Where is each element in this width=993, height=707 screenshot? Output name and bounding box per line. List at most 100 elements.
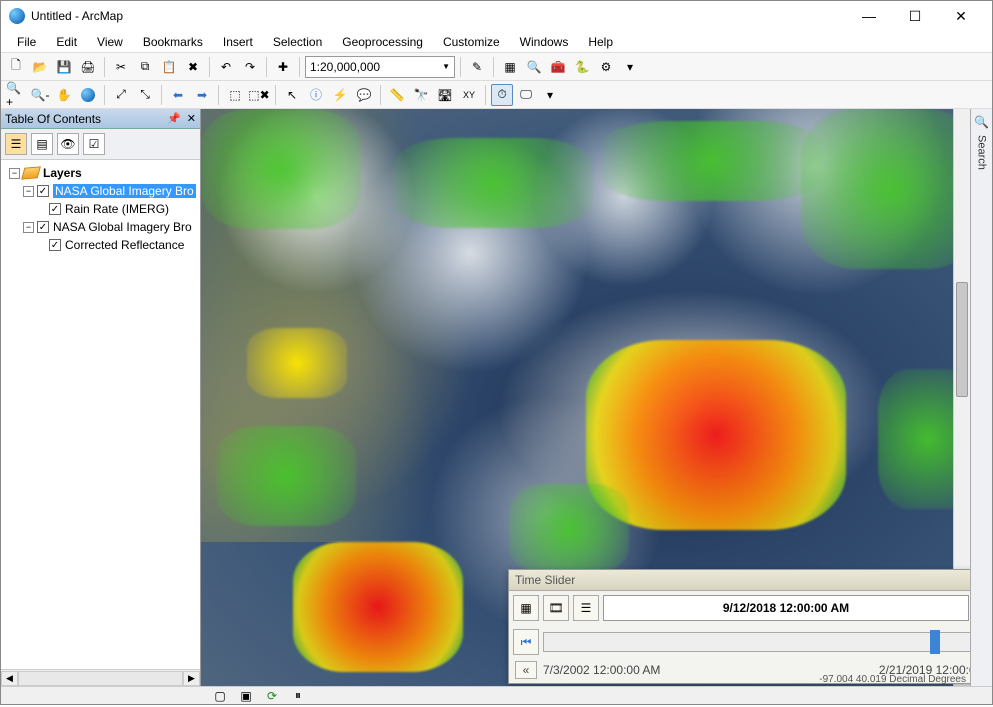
time-slider-window[interactable]: Time Slider ▦ 🎞 ☰ 9/12/2018 12:00:00 AM …: [508, 569, 970, 684]
arc-toolbox-icon[interactable]: 🧰: [547, 56, 569, 78]
layer-label: Rain Rate (IMERG): [65, 202, 169, 216]
list-by-selection-icon[interactable]: ☑: [83, 133, 105, 155]
editor-toolbar-icon[interactable]: ✎: [466, 56, 488, 78]
visibility-checkbox[interactable]: ✓: [49, 239, 61, 251]
data-view-icon[interactable]: ▢: [209, 685, 231, 707]
collapse-icon[interactable]: −: [23, 186, 34, 197]
list-by-source-icon[interactable]: ▤: [31, 133, 53, 155]
select-features-icon[interactable]: ⬚: [224, 84, 246, 106]
forward-extent-icon[interactable]: ➡: [191, 84, 213, 106]
list-by-visibility-icon[interactable]: 👁: [57, 133, 79, 155]
coordinate-readout: -97.004 40.019 Decimal Degrees: [819, 674, 966, 685]
redo-icon[interactable]: ↷: [239, 56, 261, 78]
collapse-icon[interactable]: −: [23, 222, 34, 233]
menu-edit[interactable]: Edit: [46, 33, 87, 51]
search-window-icon[interactable]: 🔍: [523, 56, 545, 78]
pan-icon[interactable]: ✋: [53, 84, 75, 106]
close-panel-icon[interactable]: ✕: [187, 112, 196, 125]
map-canvas[interactable]: Time Slider ▦ 🎞 ☰ 9/12/2018 12:00:00 AM …: [201, 109, 970, 686]
save-icon[interactable]: 💾: [53, 56, 75, 78]
open-icon[interactable]: 📂: [29, 56, 51, 78]
menu-geoprocessing[interactable]: Geoprocessing: [332, 33, 433, 51]
time-slider-thumb[interactable]: [930, 630, 940, 654]
tree-group-1[interactable]: − ✓ NASA Global Imagery Bro: [3, 182, 198, 200]
time-slider-track[interactable]: [543, 632, 970, 652]
visibility-checkbox[interactable]: ✓: [37, 185, 49, 197]
html-popup-icon[interactable]: 💬: [353, 84, 375, 106]
maximize-button[interactable]: ☐: [892, 1, 938, 31]
visibility-checkbox[interactable]: ✓: [37, 221, 49, 233]
menu-bookmarks[interactable]: Bookmarks: [133, 33, 213, 51]
select-elements-icon[interactable]: ↖: [281, 84, 303, 106]
map-scale-input[interactable]: 1:20,000,000 ▼: [305, 56, 455, 78]
tree-layer-corrected-reflectance[interactable]: ✓ Corrected Reflectance: [3, 236, 198, 254]
search-icon[interactable]: 🔍: [974, 115, 989, 129]
back-extent-icon[interactable]: ⬅: [167, 84, 189, 106]
ts-layers-icon[interactable]: ☰: [573, 595, 599, 621]
tree-group-2[interactable]: − ✓ NASA Global Imagery Bro: [3, 218, 198, 236]
copy-icon[interactable]: ⧉: [134, 56, 156, 78]
fixed-zoom-in-icon[interactable]: ⤢: [110, 84, 132, 106]
time-slider-icon[interactable]: ⏱: [491, 84, 513, 106]
time-slider-title[interactable]: Time Slider: [509, 570, 970, 591]
delete-icon[interactable]: ✖: [182, 56, 204, 78]
time-slider-current-time: 9/12/2018 12:00:00 AM: [603, 595, 969, 621]
find-route-icon[interactable]: 🛣: [434, 84, 456, 106]
zoom-in-icon[interactable]: 🔍+: [5, 84, 27, 106]
ts-skip-start-icon[interactable]: ⏮: [513, 629, 539, 655]
layer-tree[interactable]: − Layers − ✓ NASA Global Imagery Bro ✓ R…: [1, 160, 200, 669]
menu-help[interactable]: Help: [578, 33, 623, 51]
menu-windows[interactable]: Windows: [510, 33, 579, 51]
list-by-drawing-order-icon[interactable]: ☰: [5, 133, 27, 155]
group-label[interactable]: NASA Global Imagery Bro: [53, 184, 196, 198]
add-data-icon[interactable]: ✚: [272, 56, 294, 78]
rain-intensity-low: [216, 426, 356, 526]
refresh-view-icon[interactable]: ⟳: [261, 685, 283, 707]
identify-icon[interactable]: ⓘ: [305, 84, 327, 106]
toc-hscrollbar[interactable]: ◀ ▶: [1, 669, 200, 686]
toolbar-options-icon[interactable]: ▾: [619, 56, 641, 78]
close-button[interactable]: ✕: [938, 1, 984, 31]
find-icon[interactable]: 🔭: [410, 84, 432, 106]
tree-layer-rain-rate[interactable]: ✓ Rain Rate (IMERG): [3, 200, 198, 218]
catalog-window-icon[interactable]: ▦: [499, 56, 521, 78]
python-window-icon[interactable]: 🐍: [571, 56, 593, 78]
new-document-icon[interactable]: 🗋: [5, 56, 27, 78]
print-icon[interactable]: 🖨: [77, 56, 99, 78]
tree-root-layers[interactable]: − Layers: [3, 164, 198, 182]
full-extent-icon[interactable]: [77, 84, 99, 106]
measure-icon[interactable]: 📏: [386, 84, 408, 106]
menu-file[interactable]: File: [7, 33, 46, 51]
time-slider-start: 7/3/2002 12:00:00 AM: [543, 663, 660, 677]
collapse-icon[interactable]: −: [9, 168, 20, 179]
ts-options-icon[interactable]: ▦: [513, 595, 539, 621]
scroll-right-icon[interactable]: ▶: [183, 671, 200, 686]
toolbar-options-2-icon[interactable]: ▾: [539, 84, 561, 106]
go-to-xy-icon[interactable]: XY: [458, 84, 480, 106]
paste-icon[interactable]: 📋: [158, 56, 180, 78]
chevron-down-icon[interactable]: ▼: [442, 62, 450, 71]
rain-intensity-low: [801, 109, 970, 269]
menu-selection[interactable]: Selection: [263, 33, 332, 51]
model-builder-icon[interactable]: ⚙: [595, 56, 617, 78]
zoom-out-icon[interactable]: 🔍-: [29, 84, 51, 106]
minimize-button[interactable]: —: [846, 1, 892, 31]
create-viewer-icon[interactable]: 🖵: [515, 84, 537, 106]
search-dock-panel[interactable]: 🔍 Search: [970, 109, 992, 686]
layout-view-icon[interactable]: ▣: [235, 685, 257, 707]
clear-selection-icon[interactable]: ⬚✖: [248, 84, 270, 106]
menu-customize[interactable]: Customize: [433, 33, 510, 51]
undo-icon[interactable]: ↶: [215, 56, 237, 78]
ts-range-prev-icon[interactable]: «: [515, 661, 537, 679]
visibility-checkbox[interactable]: ✓: [49, 203, 61, 215]
menu-insert[interactable]: Insert: [213, 33, 263, 51]
cut-icon[interactable]: ✂: [110, 56, 132, 78]
pause-drawing-icon[interactable]: ⏸: [287, 685, 309, 707]
menu-view[interactable]: View: [87, 33, 133, 51]
standard-toolbar: 🗋 📂 💾 🖨 ✂ ⧉ 📋 ✖ ↶ ↷ ✚ 1:20,000,000 ▼ ✎ ▦…: [1, 53, 992, 81]
hyperlink-icon[interactable]: ⚡: [329, 84, 351, 106]
scroll-left-icon[interactable]: ◀: [1, 671, 18, 686]
fixed-zoom-out-icon[interactable]: ⤡: [134, 84, 156, 106]
ts-export-icon[interactable]: 🎞: [543, 595, 569, 621]
pin-icon[interactable]: 📌: [167, 112, 181, 125]
